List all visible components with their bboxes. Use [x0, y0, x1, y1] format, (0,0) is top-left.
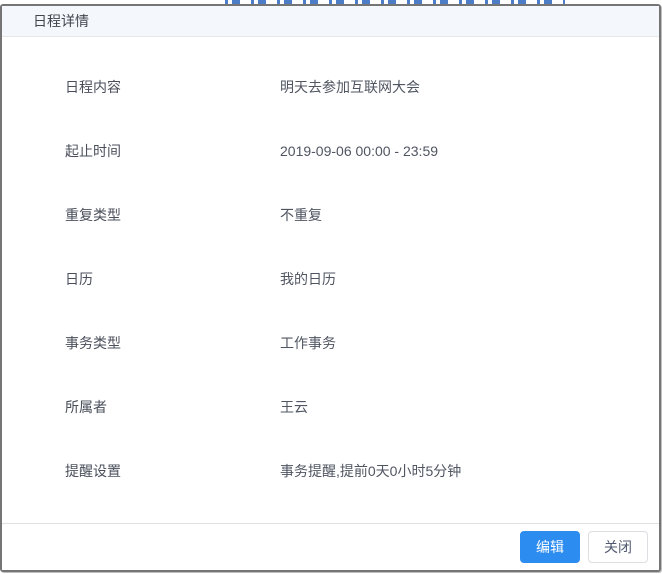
field-label: 提醒设置 — [65, 463, 121, 479]
close-button[interactable]: 关闭 — [588, 531, 648, 563]
field-value: 王云 — [280, 399, 308, 415]
field-label: 日程内容 — [65, 79, 121, 95]
modal-header: 日程详情 — [2, 6, 659, 37]
field-label: 所属者 — [65, 399, 107, 415]
field-label: 事务类型 — [65, 335, 121, 351]
field-row-time-range: 起止时间 2019-09-06 00:00 - 23:59 — [2, 119, 659, 183]
field-value: 我的日历 — [280, 271, 336, 287]
field-value: 2019-09-06 00:00 - 23:59 — [280, 143, 439, 159]
field-value: 不重复 — [280, 207, 322, 223]
modal-body: 日程内容 明天去参加互联网大会 起止时间 2019-09-06 00:00 - … — [2, 37, 659, 523]
field-row-reminder: 提醒设置 事务提醒,提前0天0小时5分钟 — [2, 439, 659, 503]
field-row-schedule-content: 日程内容 明天去参加互联网大会 — [2, 55, 659, 119]
field-label: 日历 — [65, 271, 93, 287]
modal-title: 日程详情 — [33, 13, 89, 29]
field-value: 明天去参加互联网大会 — [280, 79, 420, 95]
modal-footer: 编辑 关闭 — [2, 523, 659, 570]
field-row-repeat-type: 重复类型 不重复 — [2, 183, 659, 247]
field-row-owner: 所属者 王云 — [2, 375, 659, 439]
edit-button[interactable]: 编辑 — [520, 531, 580, 563]
field-label: 起止时间 — [65, 143, 121, 159]
field-row-calendar: 日历 我的日历 — [2, 247, 659, 311]
field-value: 工作事务 — [280, 335, 336, 351]
schedule-detail-modal: 日程详情 日程内容 明天去参加互联网大会 起止时间 2019-09-06 00:… — [0, 4, 661, 572]
field-row-task-type: 事务类型 工作事务 — [2, 311, 659, 375]
field-value: 事务提醒,提前0天0小时5分钟 — [280, 463, 462, 479]
field-label: 重复类型 — [65, 207, 121, 223]
